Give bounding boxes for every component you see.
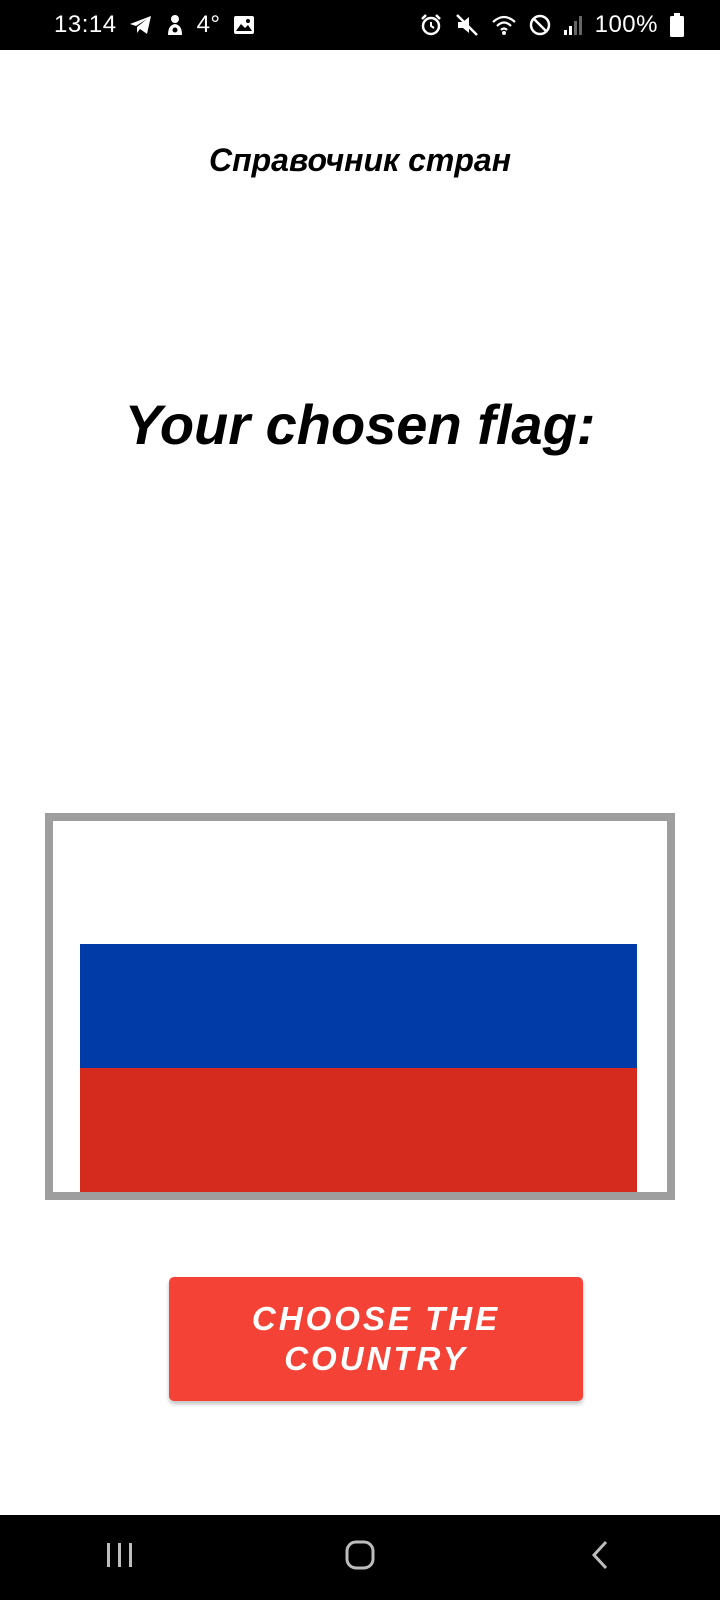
flag-frame [45,813,675,1200]
choose-country-button[interactable]: CHOOSE THE COUNTRY [169,1277,583,1401]
back-button[interactable] [540,1515,660,1600]
home-button[interactable] [300,1515,420,1600]
image-icon [233,15,255,35]
flag-stripe-red [80,1068,637,1192]
notification-icon [165,13,185,37]
battery-icon [670,13,684,37]
status-left: 13:14 4° [54,11,255,39]
recents-button[interactable] [60,1515,180,1600]
telegram-icon [129,14,153,36]
recents-icon [105,1541,135,1574]
alarm-icon [419,13,443,37]
navigation-bar [0,1515,720,1600]
back-icon [589,1539,611,1576]
status-battery-percent: 100% [594,11,658,38]
screen: 13:14 4° 100% Справочник стран Your chos… [0,0,720,1600]
mute-icon [455,13,479,37]
do-not-disturb-icon [529,14,551,36]
status-temperature: 4° [196,11,221,38]
wifi-icon [491,14,517,36]
home-icon [344,1539,376,1576]
signal-icon [563,14,583,36]
status-time: 13:14 [54,11,117,38]
app-title: Справочник стран [208,142,512,178]
chosen-flag-heading: Your chosen flag: [124,393,596,456]
flag-image [80,944,637,1192]
status-bar: 13:14 4° 100% [0,0,720,50]
flag-stripe-blue [80,944,637,1068]
status-right: 100% [419,11,684,39]
